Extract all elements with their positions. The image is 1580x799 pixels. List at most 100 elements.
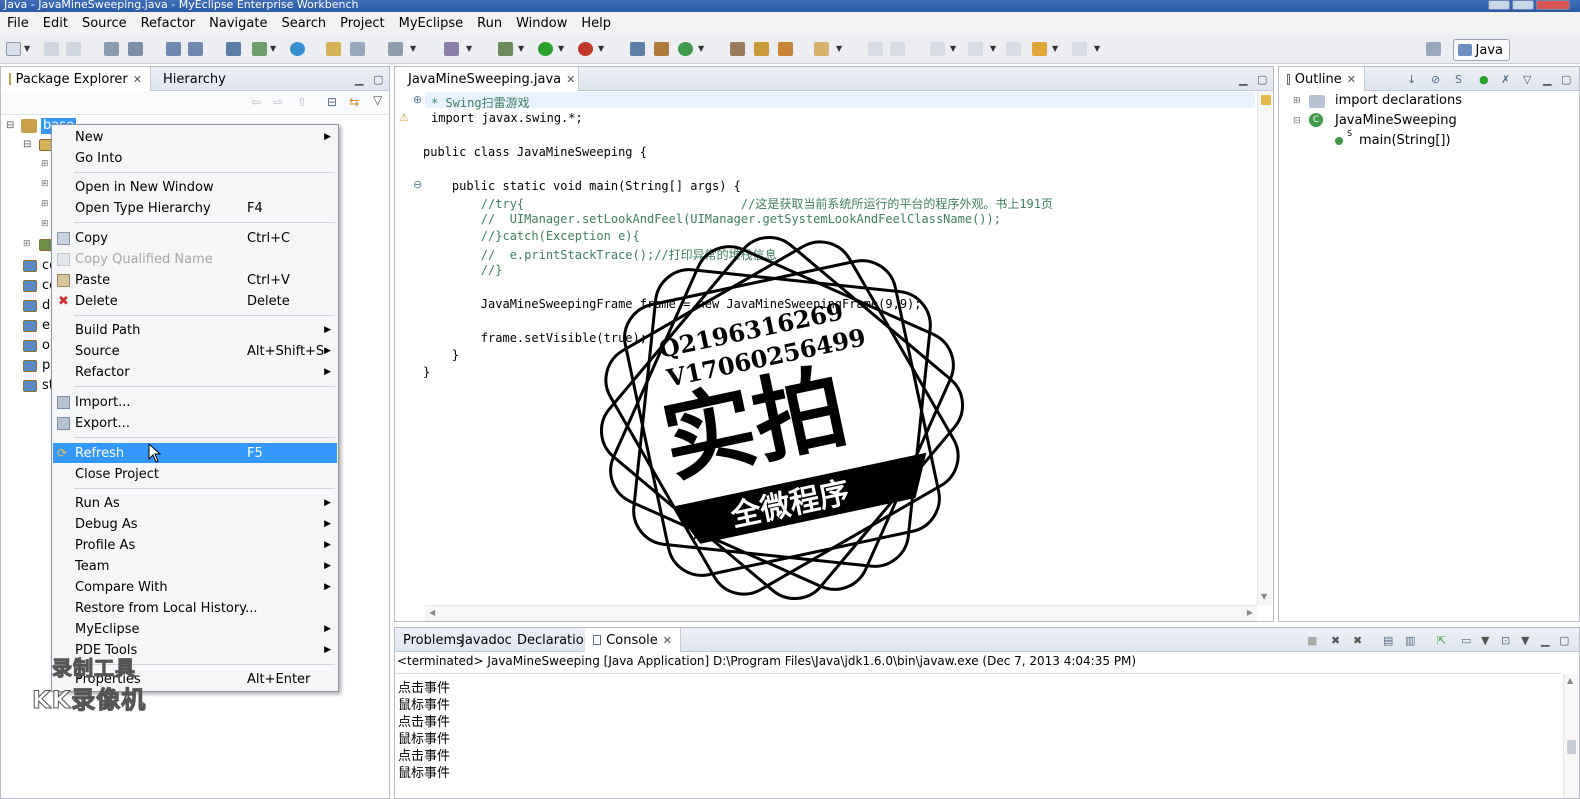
chevron-down-icon[interactable]: ▼	[836, 44, 842, 53]
tree-collapse-icon[interactable]: ⊟	[6, 120, 14, 131]
chevron-down-icon[interactable]: ▼	[1481, 634, 1489, 647]
outline-method[interactable]: main(String[])	[1359, 133, 1451, 148]
maximize-view-icon[interactable]: ▢	[373, 73, 383, 86]
menu-item-export[interactable]: Export...	[53, 413, 337, 433]
globe-icon[interactable]	[290, 42, 305, 56]
palette-icon[interactable]	[444, 42, 459, 56]
minimize-button[interactable]	[1488, 0, 1510, 10]
menu-item-paste[interactable]: Paste Ctrl+V	[53, 270, 337, 290]
scroll-left-icon[interactable]: ◀	[429, 608, 435, 617]
menu-item-new[interactable]: New ▶	[53, 127, 337, 147]
sort-icon[interactable]: ↓	[1407, 73, 1416, 86]
close-window-button[interactable]	[1536, 0, 1570, 10]
menu-item-source[interactable]: Source Alt+Shift+S ▶	[53, 341, 337, 361]
fold-collapse-icon[interactable]: ⊖	[413, 178, 422, 191]
console-scrollbar[interactable]: ▲	[1563, 674, 1579, 798]
tree-expand-icon[interactable]: ⊞	[41, 219, 49, 229]
chevron-down-icon[interactable]: ▼	[1052, 44, 1058, 53]
folder-icon[interactable]	[814, 42, 829, 56]
link-with-editor-icon[interactable]: ⇆	[349, 95, 359, 109]
minimize-view-icon[interactable]: ▁	[1541, 634, 1549, 647]
maximize-button[interactable]	[1512, 0, 1534, 10]
tree-expand-icon[interactable]: ⊞	[41, 159, 49, 169]
tab-hierarchy[interactable]: Hierarchy	[155, 67, 234, 91]
menu-item-team[interactable]: Team ▶	[53, 556, 337, 576]
view-menu-icon[interactable]: ▽	[1523, 73, 1531, 86]
open-task-icon[interactable]	[730, 42, 745, 56]
vertical-scrollbar[interactable]: ▲ ▼	[1257, 91, 1273, 605]
tab-package-explorer[interactable]: Package Explorer ✕	[1, 67, 151, 91]
code-line[interactable]: }	[423, 348, 459, 362]
outline-import-declarations[interactable]: import declarations	[1335, 93, 1462, 108]
clear-console-icon[interactable]: ▤	[1383, 634, 1393, 647]
chevron-down-icon[interactable]: ▼	[598, 44, 604, 53]
chevron-down-icon[interactable]: ▼	[558, 44, 564, 53]
next-annotation-icon[interactable]	[930, 42, 945, 56]
menu-run[interactable]: Run	[470, 16, 509, 31]
menu-item-refresh[interactable]: ⟳ Refresh F5	[53, 443, 337, 463]
pin-console-icon[interactable]: ⇱	[1437, 634, 1446, 647]
edit-icon[interactable]	[868, 42, 883, 56]
annotation-icon[interactable]	[778, 42, 793, 56]
block-icon[interactable]	[890, 42, 905, 56]
hide-static-icon[interactable]: S	[1455, 73, 1462, 86]
server-icon[interactable]	[104, 42, 119, 56]
scroll-up-icon[interactable]: ▲	[1567, 676, 1573, 685]
scroll-thumb[interactable]	[1567, 740, 1576, 754]
remove-all-icon[interactable]: ✖	[1353, 634, 1362, 647]
tab-console[interactable]: Console ✕	[585, 628, 681, 652]
menu-item-delete[interactable]: ✖ Delete Delete	[53, 291, 337, 311]
code-line[interactable]: //try{ //这是获取当前系统所运行的平台的程序外观。书上191页	[423, 195, 1053, 212]
external-tools-icon[interactable]	[578, 42, 593, 56]
chevron-down-icon[interactable]: ▼	[518, 44, 524, 53]
view-menu-icon[interactable]: ▽	[373, 93, 382, 107]
maximize-view-icon[interactable]: ▢	[1561, 73, 1571, 86]
run-icon[interactable]	[538, 42, 553, 56]
menu-search[interactable]: Search	[274, 16, 333, 31]
hide-local-types-icon[interactable]: ✗	[1501, 73, 1510, 86]
close-icon[interactable]: ✕	[1347, 73, 1356, 86]
menu-file[interactable]: File	[0, 16, 36, 31]
code-line[interactable]: //}	[423, 263, 503, 277]
maximize-view-icon[interactable]: ▢	[1257, 73, 1267, 86]
remove-launch-icon[interactable]: ✖	[1331, 634, 1340, 647]
tree-item[interactable]: e	[42, 318, 50, 333]
menu-myeclipse[interactable]: MyEclipse	[392, 16, 471, 31]
back-icon[interactable]	[1032, 42, 1047, 56]
chevron-down-icon[interactable]: ▼	[1094, 44, 1100, 53]
tree-item[interactable]: p	[42, 358, 50, 373]
collapse-all-icon[interactable]: ⊟	[327, 95, 337, 109]
code-line[interactable]: * Swing扫雷游戏	[431, 94, 530, 111]
forward-icon[interactable]: ⇨	[273, 95, 283, 109]
chevron-down-icon[interactable]: ▼	[466, 44, 472, 53]
menu-item-myeclipse[interactable]: MyEclipse ▶	[53, 619, 337, 639]
up-icon[interactable]: ⇧	[297, 95, 307, 109]
maximize-view-icon[interactable]: ▢	[1559, 634, 1569, 647]
pin-icon[interactable]	[754, 42, 769, 56]
monitor-icon[interactable]	[388, 42, 403, 56]
tree-item[interactable]: o	[42, 338, 50, 353]
scroll-right-icon[interactable]: ▶	[1247, 608, 1253, 617]
menu-item-open-in-new-window[interactable]: Open in New Window	[53, 177, 337, 197]
code-line[interactable]: import javax.swing.*;	[431, 111, 583, 125]
menu-item-restore-local-history[interactable]: Restore from Local History...	[53, 598, 337, 618]
outline-class[interactable]: JavaMineSweeping	[1335, 113, 1457, 128]
tree-expand-icon[interactable]: ⊞	[23, 239, 31, 249]
chevron-down-icon[interactable]: ▼	[950, 44, 956, 53]
menu-refactor[interactable]: Refactor	[134, 16, 203, 31]
minimize-view-icon[interactable]: ▁	[1239, 73, 1247, 86]
overview-ruler-marker[interactable]	[1261, 95, 1271, 105]
tree-expand-icon[interactable]: ⊞	[1293, 96, 1301, 106]
menu-navigate[interactable]: Navigate	[202, 16, 274, 31]
code-line[interactable]: // UIManager.setLookAndFeel(UIManager.ge…	[423, 212, 1001, 226]
close-icon[interactable]: ✕	[663, 634, 672, 647]
tree-collapse-icon[interactable]: ⊟	[1293, 116, 1301, 126]
menu-item-go-into[interactable]: Go Into	[53, 148, 337, 168]
scroll-lock-icon[interactable]: ▥	[1405, 634, 1415, 647]
minimize-view-icon[interactable]: ▁	[1543, 73, 1551, 86]
display-console-icon[interactable]: ▭	[1461, 634, 1471, 647]
menu-window[interactable]: Window	[509, 16, 574, 31]
menu-project[interactable]: Project	[333, 16, 391, 31]
back-icon[interactable]: ⇦	[251, 95, 261, 109]
menu-item-debug-as[interactable]: Debug As ▶	[53, 514, 337, 534]
